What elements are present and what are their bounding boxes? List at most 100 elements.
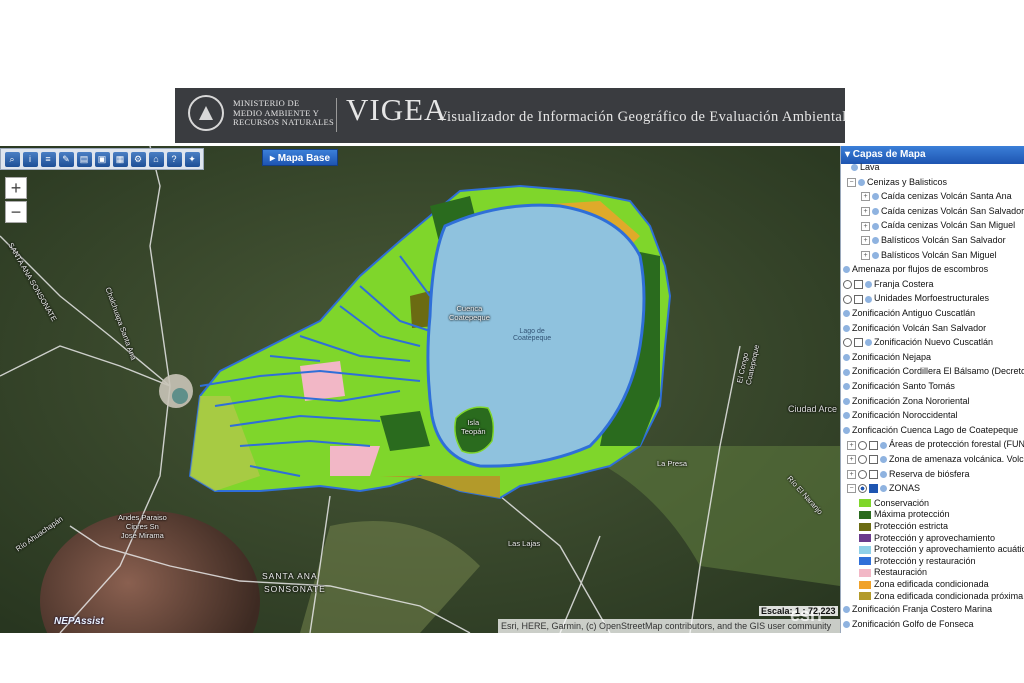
settings-icon[interactable]: ⚙ bbox=[130, 151, 146, 167]
layer-info-icon[interactable] bbox=[865, 295, 872, 303]
layer-radio[interactable] bbox=[858, 469, 867, 479]
layer-row[interactable]: Zonificación Nuevo Cuscatlán bbox=[843, 335, 993, 349]
collapse-icon[interactable]: − bbox=[847, 177, 856, 187]
layer-info-icon[interactable] bbox=[843, 324, 850, 332]
expand-icon[interactable]: + bbox=[847, 455, 856, 465]
info-icon[interactable]: i bbox=[22, 151, 38, 167]
layer-radio[interactable] bbox=[858, 484, 867, 494]
layer-checkbox[interactable] bbox=[869, 484, 878, 494]
layer-checkbox[interactable] bbox=[854, 279, 863, 289]
layer-info-icon[interactable] bbox=[880, 485, 887, 493]
zoom-in-button[interactable]: + bbox=[5, 177, 27, 199]
layer-row[interactable]: + Caída cenizas Volcán San Miguel bbox=[861, 218, 1015, 232]
legend-label: Protección estricta bbox=[874, 521, 949, 531]
layer-info-icon[interactable] bbox=[843, 426, 850, 434]
layer-row[interactable]: Zonificación Golfo de Fonseca bbox=[843, 617, 974, 631]
layer-row[interactable]: Lava bbox=[851, 160, 880, 174]
layer-info-icon[interactable] bbox=[843, 310, 850, 318]
layer-info-icon[interactable] bbox=[880, 441, 887, 449]
map-base-button[interactable]: ▸ Mapa Base bbox=[262, 149, 338, 166]
layer-info-icon[interactable] bbox=[872, 251, 879, 259]
layer-row[interactable]: + Caída cenizas Volcán San Salvador bbox=[861, 204, 1024, 218]
collapse-icon[interactable]: − bbox=[847, 484, 856, 494]
help-icon[interactable]: ? bbox=[166, 151, 182, 167]
expand-icon[interactable]: + bbox=[847, 440, 856, 450]
layer-row[interactable]: Zonificación Cordillera El Bálsamo (Decr… bbox=[843, 364, 1024, 378]
layer-info-icon[interactable] bbox=[851, 164, 858, 172]
layer-row[interactable]: − ZONAS bbox=[847, 481, 920, 495]
search-icon[interactable]: ⌕ bbox=[4, 151, 20, 167]
draw-icon[interactable]: ✎ bbox=[58, 151, 74, 167]
layer-row[interactable]: Zonificación Franja Costero Marina bbox=[843, 602, 992, 616]
layer-row[interactable]: Zonificación Nejapa bbox=[843, 350, 931, 364]
island-label: Isla Teopán bbox=[461, 418, 486, 436]
layer-row[interactable]: Zonificación Antiguo Cuscatlán bbox=[843, 306, 975, 320]
layer-info-icon[interactable] bbox=[880, 470, 887, 478]
layer-row[interactable]: Unidades Morfoestructurales bbox=[843, 291, 989, 305]
layer-row[interactable]: Franja Costera bbox=[843, 277, 934, 291]
layer-radio[interactable] bbox=[858, 440, 867, 450]
layer-checkbox[interactable] bbox=[854, 294, 863, 304]
layer-checkbox[interactable] bbox=[869, 469, 878, 479]
layer-info-icon[interactable] bbox=[872, 193, 879, 201]
layers-panel: ▾ Capas de Mapa Lava − Cenizas y Balistico… bbox=[840, 146, 1024, 633]
tools-icon[interactable]: ✦ bbox=[184, 151, 200, 167]
layer-info-icon[interactable] bbox=[843, 620, 850, 628]
expand-icon[interactable]: + bbox=[861, 221, 870, 231]
layer-row[interactable]: Zonificación Santo Tomás bbox=[843, 379, 955, 393]
expand-icon[interactable]: + bbox=[861, 192, 870, 202]
layer-info-icon[interactable] bbox=[843, 368, 850, 376]
layer-row[interactable]: Zonificación Noroccidental bbox=[843, 408, 958, 422]
expand-icon[interactable]: + bbox=[847, 469, 856, 479]
layer-info-icon[interactable] bbox=[843, 266, 850, 274]
layer-checkbox[interactable] bbox=[854, 338, 863, 348]
layer-row[interactable]: Amenaza por flujos de escombros bbox=[843, 262, 988, 276]
home-icon[interactable]: ⌂ bbox=[148, 151, 164, 167]
expand-icon[interactable]: + bbox=[861, 250, 870, 260]
legend-swatch bbox=[859, 499, 871, 508]
print-icon[interactable]: ▤ bbox=[76, 151, 92, 167]
layer-row[interactable]: − Cenizas y Balisticos bbox=[847, 175, 947, 189]
layer-row[interactable]: Zonificación Zona Nororiental bbox=[843, 394, 970, 408]
layer-row[interactable]: + Reserva de biósfera bbox=[847, 467, 970, 481]
table-icon[interactable]: ▦ bbox=[112, 151, 128, 167]
layer-label: Lava bbox=[860, 162, 880, 172]
layer-info-icon[interactable] bbox=[858, 178, 865, 186]
layer-radio[interactable] bbox=[843, 338, 852, 348]
layer-row[interactable]: Zonificación Volcán San Salvador bbox=[843, 321, 986, 335]
layer-info-icon[interactable] bbox=[872, 222, 879, 230]
layer-checkbox[interactable] bbox=[869, 440, 878, 450]
layer-info-icon[interactable] bbox=[843, 412, 850, 420]
layer-row[interactable]: Zonficación Cuenca Lago de Coatepeque bbox=[843, 423, 1018, 437]
layer-info-icon[interactable] bbox=[872, 207, 879, 215]
layer-label: Zonficación Cuenca Lago de Coatepeque bbox=[852, 424, 1019, 435]
header-banner: MINISTERIO DE MEDIO AMBIENTE Y RECURSOS … bbox=[175, 88, 846, 143]
layer-row[interactable]: + Caída cenizas Volcán Santa Ana bbox=[861, 189, 1012, 203]
layer-info-icon[interactable] bbox=[880, 456, 887, 464]
layer-radio[interactable] bbox=[843, 294, 852, 304]
layer-info-icon[interactable] bbox=[865, 280, 872, 288]
expand-icon[interactable]: + bbox=[861, 206, 870, 216]
layer-info-icon[interactable] bbox=[843, 606, 850, 614]
layer-row[interactable]: + Balísticos Volcán San Salvador bbox=[861, 233, 1006, 247]
layer-info-icon[interactable] bbox=[865, 339, 872, 347]
layer-row[interactable]: + Áreas de protección forestal (FUN bbox=[847, 437, 1024, 451]
layer-info-icon[interactable] bbox=[843, 383, 850, 391]
save-icon[interactable]: ▣ bbox=[94, 151, 110, 167]
layer-info-icon[interactable] bbox=[843, 353, 850, 361]
layer-row[interactable]: + Balísticos Volcán San Miguel bbox=[861, 248, 997, 262]
map-canvas[interactable] bbox=[0, 146, 840, 633]
layer-info-icon[interactable] bbox=[872, 237, 879, 245]
layer-label: Balísticos Volcán San Salvador bbox=[881, 235, 1006, 245]
layer-row[interactable]: Contingencia ambiental bbox=[843, 631, 946, 633]
layer-radio[interactable] bbox=[843, 279, 852, 289]
ministry-line-3: RECURSOS NATURALES bbox=[233, 117, 335, 127]
layer-checkbox[interactable] bbox=[869, 455, 878, 465]
zoom-out-button[interactable]: − bbox=[5, 201, 27, 223]
expand-icon[interactable]: + bbox=[861, 236, 870, 246]
layer-info-icon[interactable] bbox=[843, 397, 850, 405]
layer-row[interactable]: + Zona de amenaza volcánica. Volcá bbox=[847, 452, 1024, 466]
layers-icon[interactable]: ≡ bbox=[40, 151, 56, 167]
map-view[interactable]: SANTA ANA SONSONATE Chalchuapa Santa Ana… bbox=[0, 146, 840, 633]
layer-radio[interactable] bbox=[858, 455, 867, 465]
